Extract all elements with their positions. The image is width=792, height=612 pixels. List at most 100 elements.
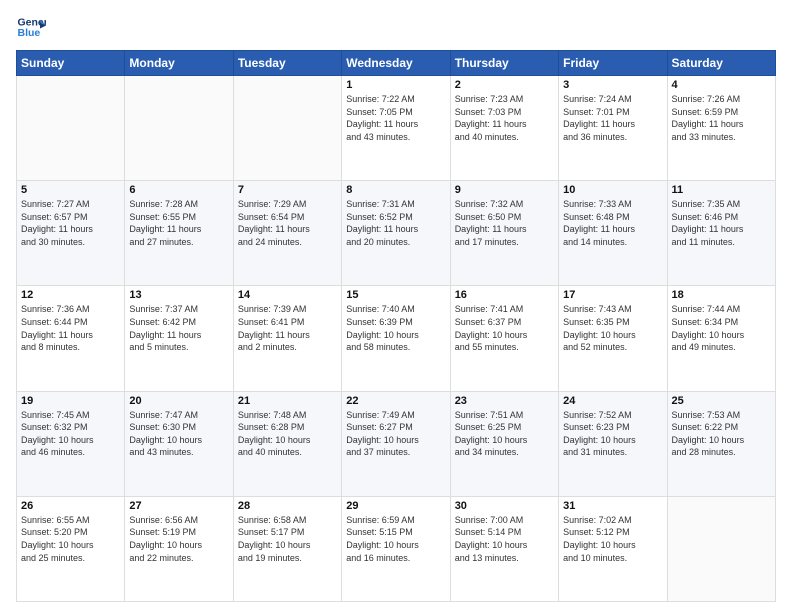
calendar-cell: 19 Sunrise: 7:45 AM Sunset: 6:32 PM Dayli… <box>17 391 125 496</box>
weekday-sunday: Sunday <box>17 51 125 76</box>
day-number: 23 <box>455 395 554 407</box>
day-number: 22 <box>346 395 445 407</box>
calendar-table: SundayMondayTuesdayWednesdayThursdayFrid… <box>16 50 776 602</box>
calendar-cell: 8Sunrise: 7:31 AM Sunset: 6:52 PM Daylig… <box>342 181 450 286</box>
calendar-cell: 4 Sunrise: 7:26 AM Sunset: 6:59 PM Daylig… <box>667 76 775 181</box>
day-number: 21 <box>238 395 337 407</box>
day-number: 8 <box>346 184 445 196</box>
day-number: 30 <box>455 500 554 512</box>
calendar-cell: 29Sunrise: 6:59 AM Sunset: 5:15 PM Dayli… <box>342 496 450 601</box>
day-info: Sunrise: 7:23 AM Sunset: 7:03 PM Dayligh… <box>455 93 554 143</box>
calendar-cell: 10 Sunrise: 7:33 AM Sunset: 6:48 PM Dayli… <box>559 181 667 286</box>
svg-text:Blue: Blue <box>18 27 41 39</box>
weekday-thursday: Thursday <box>450 51 558 76</box>
calendar-cell: 24 Sunrise: 7:52 AM Sunset: 6:23 PM Dayli… <box>559 391 667 496</box>
calendar-cell: 20 Sunrise: 7:47 AM Sunset: 6:30 PM Dayli… <box>125 391 233 496</box>
day-info: Sunrise: 6:55 AM Sunset: 5:20 PM Dayligh… <box>21 514 120 564</box>
calendar-cell: 30 Sunrise: 7:00 AM Sunset: 5:14 PM Dayli… <box>450 496 558 601</box>
day-info: Sunrise: 7:00 AM Sunset: 5:14 PM Dayligh… <box>455 514 554 564</box>
calendar-cell: 31 Sunrise: 7:02 AM Sunset: 5:12 PM Dayli… <box>559 496 667 601</box>
day-number: 11 <box>672 184 771 196</box>
calendar-cell: 1 Sunrise: 7:22 AM Sunset: 7:05 PM Daylig… <box>342 76 450 181</box>
day-info: Sunrise: 7:29 AM Sunset: 6:54 PM Dayligh… <box>238 198 337 248</box>
calendar-cell: 25Sunrise: 7:53 AM Sunset: 6:22 PM Dayli… <box>667 391 775 496</box>
calendar-week-3: 12 Sunrise: 7:36 AM Sunset: 6:44 PM Dayli… <box>17 286 776 391</box>
day-number: 10 <box>563 184 662 196</box>
day-number: 2 <box>455 79 554 91</box>
day-number: 31 <box>563 500 662 512</box>
weekday-friday: Friday <box>559 51 667 76</box>
weekday-header-row: SundayMondayTuesdayWednesdayThursdayFrid… <box>17 51 776 76</box>
day-number: 26 <box>21 500 120 512</box>
calendar-cell: 2 Sunrise: 7:23 AM Sunset: 7:03 PM Daylig… <box>450 76 558 181</box>
calendar-cell: 5 Sunrise: 7:27 AM Sunset: 6:57 PM Daylig… <box>17 181 125 286</box>
calendar-cell: 22 Sunrise: 7:49 AM Sunset: 6:27 PM Dayli… <box>342 391 450 496</box>
calendar-cell: 11Sunrise: 7:35 AM Sunset: 6:46 PM Dayli… <box>667 181 775 286</box>
day-number: 18 <box>672 289 771 301</box>
weekday-saturday: Saturday <box>667 51 775 76</box>
day-info: Sunrise: 7:53 AM Sunset: 6:22 PM Dayligh… <box>672 409 771 459</box>
day-info: Sunrise: 7:41 AM Sunset: 6:37 PM Dayligh… <box>455 303 554 353</box>
day-number: 17 <box>563 289 662 301</box>
day-info: Sunrise: 7:26 AM Sunset: 6:59 PM Dayligh… <box>672 93 771 143</box>
calendar-cell <box>17 76 125 181</box>
day-number: 20 <box>129 395 228 407</box>
day-info: Sunrise: 7:33 AM Sunset: 6:48 PM Dayligh… <box>563 198 662 248</box>
calendar-week-4: 19 Sunrise: 7:45 AM Sunset: 6:32 PM Dayli… <box>17 391 776 496</box>
day-number: 9 <box>455 184 554 196</box>
day-info: Sunrise: 7:51 AM Sunset: 6:25 PM Dayligh… <box>455 409 554 459</box>
day-info: Sunrise: 7:52 AM Sunset: 6:23 PM Dayligh… <box>563 409 662 459</box>
day-number: 7 <box>238 184 337 196</box>
weekday-wednesday: Wednesday <box>342 51 450 76</box>
day-number: 4 <box>672 79 771 91</box>
calendar-cell <box>667 496 775 601</box>
day-number: 19 <box>21 395 120 407</box>
calendar-week-2: 5 Sunrise: 7:27 AM Sunset: 6:57 PM Daylig… <box>17 181 776 286</box>
day-info: Sunrise: 6:59 AM Sunset: 5:15 PM Dayligh… <box>346 514 445 564</box>
day-info: Sunrise: 7:36 AM Sunset: 6:44 PM Dayligh… <box>21 303 120 353</box>
day-number: 12 <box>21 289 120 301</box>
day-number: 3 <box>563 79 662 91</box>
day-info: Sunrise: 7:47 AM Sunset: 6:30 PM Dayligh… <box>129 409 228 459</box>
calendar-cell: 12 Sunrise: 7:36 AM Sunset: 6:44 PM Dayli… <box>17 286 125 391</box>
day-number: 5 <box>21 184 120 196</box>
day-info: Sunrise: 7:27 AM Sunset: 6:57 PM Dayligh… <box>21 198 120 248</box>
day-info: Sunrise: 7:45 AM Sunset: 6:32 PM Dayligh… <box>21 409 120 459</box>
day-number: 14 <box>238 289 337 301</box>
day-info: Sunrise: 7:49 AM Sunset: 6:27 PM Dayligh… <box>346 409 445 459</box>
day-number: 15 <box>346 289 445 301</box>
calendar-cell: 23 Sunrise: 7:51 AM Sunset: 6:25 PM Dayli… <box>450 391 558 496</box>
calendar-week-1: 1 Sunrise: 7:22 AM Sunset: 7:05 PM Daylig… <box>17 76 776 181</box>
day-info: Sunrise: 7:48 AM Sunset: 6:28 PM Dayligh… <box>238 409 337 459</box>
calendar-cell: 18 Sunrise: 7:44 AM Sunset: 6:34 PM Dayli… <box>667 286 775 391</box>
day-number: 24 <box>563 395 662 407</box>
day-number: 6 <box>129 184 228 196</box>
calendar-cell: 6 Sunrise: 7:28 AM Sunset: 6:55 PM Daylig… <box>125 181 233 286</box>
calendar-cell: 17Sunrise: 7:43 AM Sunset: 6:35 PM Dayli… <box>559 286 667 391</box>
day-number: 28 <box>238 500 337 512</box>
day-info: Sunrise: 7:24 AM Sunset: 7:01 PM Dayligh… <box>563 93 662 143</box>
calendar-cell: 27Sunrise: 6:56 AM Sunset: 5:19 PM Dayli… <box>125 496 233 601</box>
calendar-cell: 28Sunrise: 6:58 AM Sunset: 5:17 PM Dayli… <box>233 496 341 601</box>
day-info: Sunrise: 7:39 AM Sunset: 6:41 PM Dayligh… <box>238 303 337 353</box>
calendar-cell: 16Sunrise: 7:41 AM Sunset: 6:37 PM Dayli… <box>450 286 558 391</box>
day-number: 13 <box>129 289 228 301</box>
day-number: 1 <box>346 79 445 91</box>
day-info: Sunrise: 7:28 AM Sunset: 6:55 PM Dayligh… <box>129 198 228 248</box>
calendar-cell: 3 Sunrise: 7:24 AM Sunset: 7:01 PM Daylig… <box>559 76 667 181</box>
calendar-week-5: 26 Sunrise: 6:55 AM Sunset: 5:20 PM Dayli… <box>17 496 776 601</box>
page: General Blue SundayMondayTuesdayWednesda… <box>0 0 792 612</box>
day-info: Sunrise: 7:22 AM Sunset: 7:05 PM Dayligh… <box>346 93 445 143</box>
calendar-cell <box>125 76 233 181</box>
calendar-cell: 14 Sunrise: 7:39 AM Sunset: 6:41 PM Dayli… <box>233 286 341 391</box>
calendar-cell: 13Sunrise: 7:37 AM Sunset: 6:42 PM Dayli… <box>125 286 233 391</box>
calendar-cell: 26 Sunrise: 6:55 AM Sunset: 5:20 PM Dayli… <box>17 496 125 601</box>
day-info: Sunrise: 6:56 AM Sunset: 5:19 PM Dayligh… <box>129 514 228 564</box>
logo: General Blue <box>16 12 46 42</box>
day-info: Sunrise: 7:02 AM Sunset: 5:12 PM Dayligh… <box>563 514 662 564</box>
weekday-tuesday: Tuesday <box>233 51 341 76</box>
weekday-monday: Monday <box>125 51 233 76</box>
calendar-cell: 7 Sunrise: 7:29 AM Sunset: 6:54 PM Daylig… <box>233 181 341 286</box>
calendar-cell <box>233 76 341 181</box>
day-info: Sunrise: 7:44 AM Sunset: 6:34 PM Dayligh… <box>672 303 771 353</box>
